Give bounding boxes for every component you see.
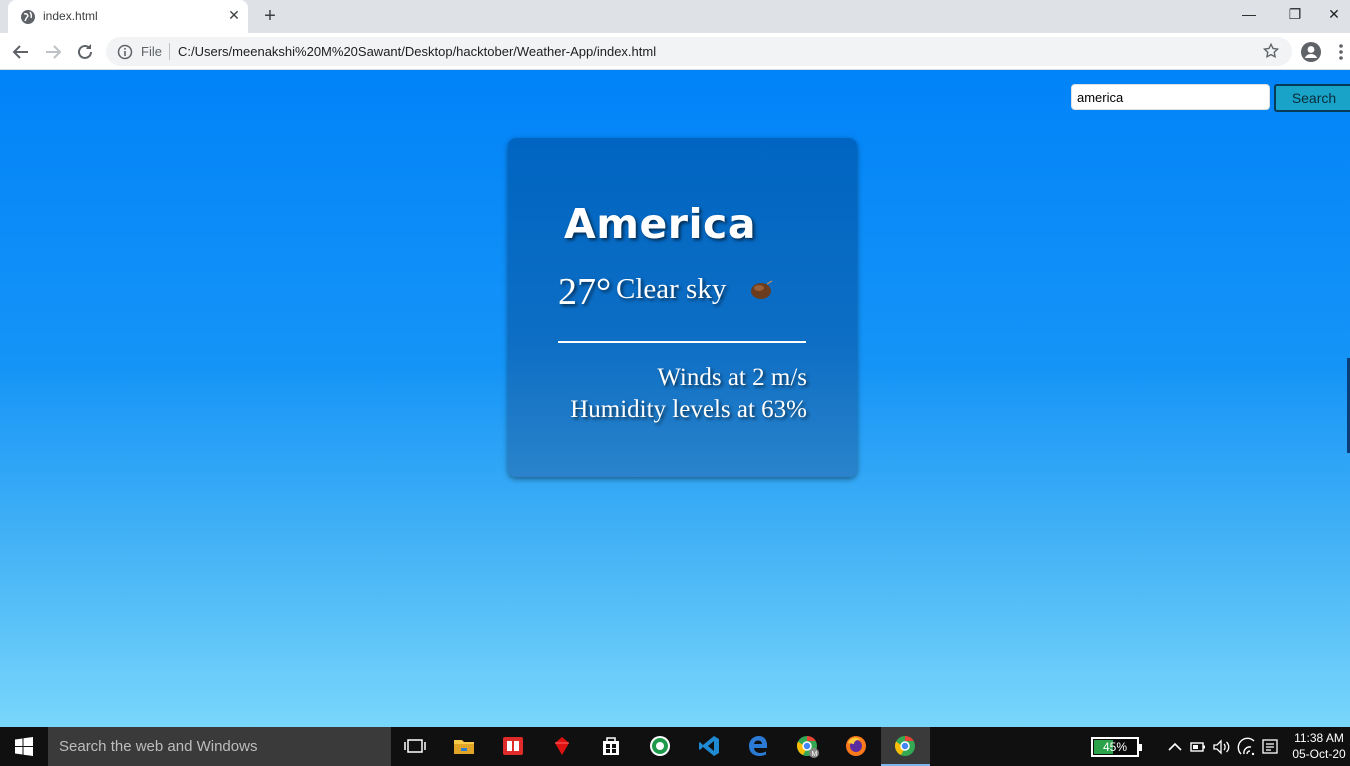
close-tab-icon[interactable]: ✕: [226, 7, 242, 23]
windows-taskbar: Search the web and Windows M 45% 11:38 A…: [0, 727, 1350, 766]
profile-avatar-icon[interactable]: [1300, 41, 1322, 63]
battery-label: 45%: [1103, 740, 1128, 754]
address-separator: [169, 43, 170, 60]
weather-card: America 27° Clear sky Winds at 2 m/s Hum…: [508, 138, 857, 477]
city-search-input[interactable]: [1071, 84, 1270, 110]
tab-title: index.html: [43, 9, 98, 23]
clock-date: 05-Oct-20: [1292, 747, 1346, 761]
browser-tab[interactable]: index.html ✕: [8, 0, 248, 33]
back-icon[interactable]: [9, 40, 33, 64]
forward-icon[interactable]: [41, 40, 65, 64]
system-clock[interactable]: 11:38 AM 05-Oct-20: [1288, 730, 1350, 762]
reload-icon[interactable]: [73, 40, 97, 64]
city-name: America: [564, 200, 757, 248]
volume-icon[interactable]: [1211, 737, 1231, 757]
close-window-button[interactable]: ✕: [1318, 0, 1350, 30]
address-bar[interactable]: File C:/Users/meenakshi%20M%20Sawant/Des…: [106, 37, 1292, 66]
reader-icon[interactable]: [489, 727, 538, 766]
wind-speed: Winds at 2 m/s: [657, 364, 807, 391]
bookmark-star-icon[interactable]: [1262, 42, 1280, 60]
battery-nub: [1139, 744, 1142, 751]
ccleaner-icon[interactable]: [636, 727, 685, 766]
taskbar-search-box[interactable]: Search the web and Windows: [48, 727, 391, 766]
weather-app-page: Search America 27° Clear sky Winds at 2 …: [0, 70, 1350, 727]
humidity: Humidity levels at 63%: [570, 396, 807, 423]
windows-start-icon[interactable]: [0, 727, 48, 766]
action-center-icon[interactable]: [1260, 737, 1280, 757]
file-explorer-icon[interactable]: [440, 727, 489, 766]
temperature: 27°: [558, 271, 612, 313]
firefox-icon[interactable]: [832, 727, 881, 766]
weather-description: Clear sky: [616, 273, 727, 305]
store-icon[interactable]: [587, 727, 636, 766]
ruby-icon[interactable]: [538, 727, 587, 766]
battery-indicator[interactable]: 45%: [1091, 737, 1142, 757]
vscode-icon[interactable]: [685, 727, 734, 766]
chrome-profile-icon[interactable]: M: [783, 727, 832, 766]
svg-text:M: M: [812, 751, 818, 758]
info-icon[interactable]: [117, 44, 133, 60]
browser-toolbar: File C:/Users/meenakshi%20M%20Sawant/Des…: [0, 33, 1350, 70]
address-url[interactable]: C:/Users/meenakshi%20M%20Sawant/Desktop/…: [178, 44, 656, 59]
chrome-icon[interactable]: [881, 727, 930, 766]
clear-sky-icon: [751, 280, 773, 299]
new-tab-button[interactable]: +: [259, 5, 281, 27]
wifi-icon[interactable]: [1237, 737, 1257, 757]
card-divider: [558, 341, 806, 343]
address-scheme-label: File: [141, 44, 162, 59]
minimize-button[interactable]: —: [1226, 0, 1272, 30]
edge-icon[interactable]: [734, 727, 783, 766]
clock-time: 11:38 AM: [1294, 731, 1344, 745]
browser-tab-strip: index.html ✕ + — ❐ ✕: [0, 0, 1350, 33]
menu-kebab-icon[interactable]: [1336, 42, 1346, 62]
search-button[interactable]: Search: [1274, 84, 1350, 112]
task-view-icon[interactable]: [391, 727, 440, 766]
taskbar-search-placeholder: Search the web and Windows: [59, 738, 258, 755]
globe-icon: [21, 10, 35, 24]
chevron-up-icon[interactable]: [1165, 737, 1185, 757]
power-plug-icon[interactable]: [1188, 737, 1208, 757]
restore-button[interactable]: ❐: [1272, 0, 1318, 30]
